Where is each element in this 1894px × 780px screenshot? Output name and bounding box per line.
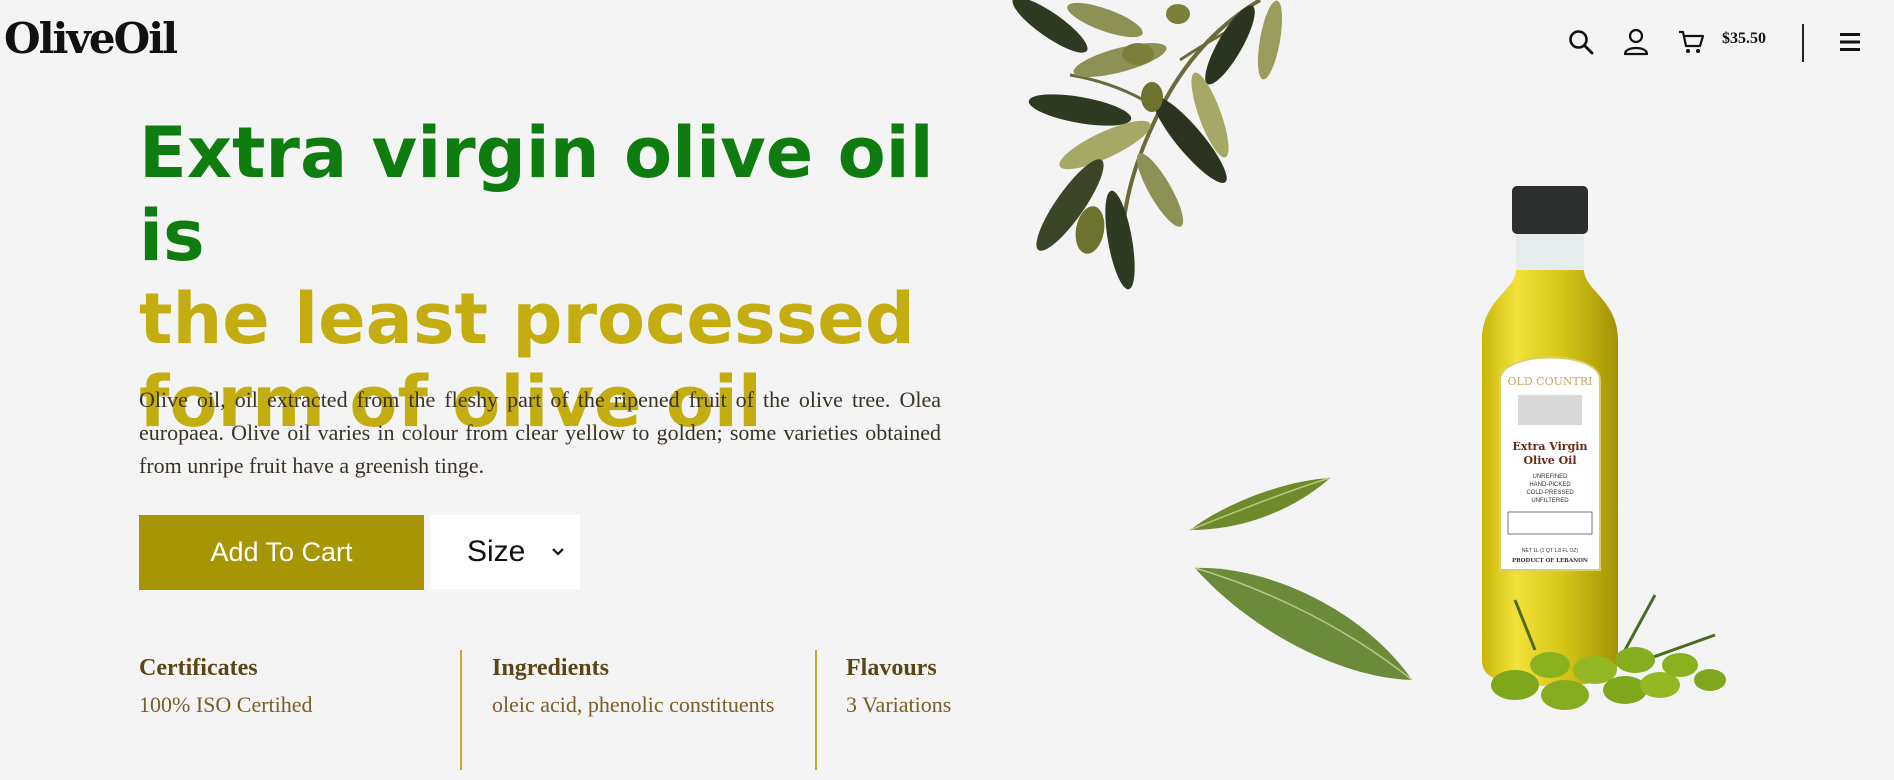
size-select[interactable]: Size [430, 515, 580, 589]
bottle-attr: HAND-PICKED [1529, 482, 1571, 488]
hero-title-line1: Extra virgin olive oil is [139, 112, 934, 277]
olive-branch-image [1012, 0, 1283, 290]
brand-logo[interactable]: OliveOil [4, 14, 178, 63]
bottle-attr: UNFILTERED [1531, 498, 1569, 504]
cart-total[interactable]: $35.50 [1722, 30, 1766, 48]
user-icon[interactable] [1620, 26, 1652, 58]
feature-divider [460, 650, 462, 770]
olive-leaf-image [1194, 567, 1413, 681]
cart-icon[interactable] [1675, 26, 1707, 58]
hamburger-menu-icon[interactable] [1834, 26, 1866, 58]
add-to-cart-button[interactable]: Add To Cart [139, 515, 424, 590]
feature-certificates: Certificates 100% ISO Certihed [139, 655, 313, 718]
hero-description: Olive oil, oil extracted from the fleshy… [139, 387, 941, 478]
bottle-attr: COLD-PRESSED [1526, 490, 1574, 496]
bottle-origin: PRODUCT OF LEBANON [1512, 558, 1588, 564]
feature-title: Certificates [139, 655, 258, 681]
bottle-attr: UNREFINED [1532, 474, 1568, 480]
chevron-down-icon [552, 548, 564, 556]
bottle-name-line2: Olive Oil [1523, 454, 1576, 467]
feature-flavours: Flavours 3 Variations [846, 655, 951, 718]
feature-value: 3 Variations [846, 692, 952, 717]
olive-leaf-image [1189, 477, 1331, 531]
feature-ingredients: Ingredients oleic acid, phenolic constit… [492, 655, 774, 718]
feature-divider [815, 650, 817, 770]
green-olives-image [1491, 594, 1726, 710]
feature-title: Flavours [846, 655, 937, 681]
feature-title: Ingredients [492, 655, 609, 681]
size-select-label: Size [467, 535, 526, 568]
bottle-net: NET 1L (1 QT 1.8 FL OZ) [1522, 548, 1578, 554]
bottle-brand-text: OLD COUNTRI [1508, 375, 1593, 388]
hero-title-line2: the least processed [139, 278, 915, 360]
feature-value: oleic acid, phenolic constituents [492, 692, 775, 717]
feature-value: 100% ISO Certihed [139, 692, 313, 717]
search-icon[interactable] [1565, 26, 1597, 58]
bottle-name-line1: Extra Virgin [1513, 440, 1588, 453]
nav-divider [1802, 24, 1804, 62]
